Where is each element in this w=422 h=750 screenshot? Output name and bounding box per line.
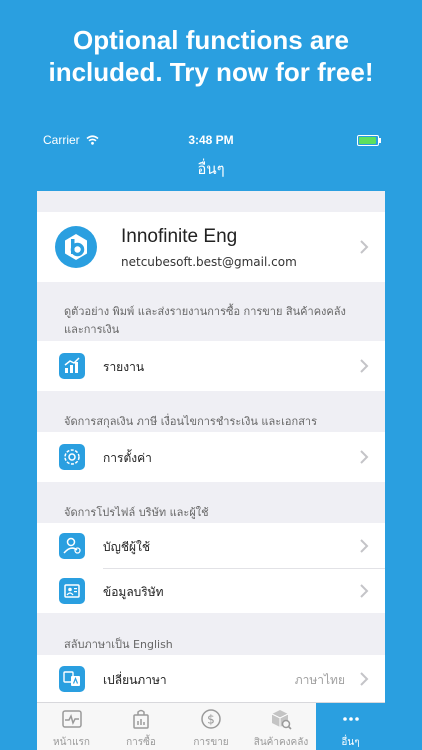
tab-inventory[interactable]: สินค้าคงคลัง [246, 703, 316, 750]
row-title-language: เปลี่ยนภาษา [103, 673, 167, 687]
battery-icon [357, 135, 381, 146]
chevron-right-icon [360, 240, 369, 254]
row-settings[interactable]: การตั้งค่า [37, 432, 385, 482]
section-label-profiles: จัดการโปรไฟล์ บริษัท และผู้ใช้ [64, 506, 209, 519]
section-label-language: สลับภาษาเป็น English [64, 638, 173, 651]
row-title-reports: รายงาน [103, 360, 145, 374]
tab-label-home: หน้าแรก [53, 737, 90, 748]
section-label-reports: ดูตัวอย่าง พิมพ์ และส่งรายงานการซื้อ การ… [64, 305, 346, 336]
profile-name: Innofinite Eng [121, 226, 238, 247]
row-user-account[interactable]: บัญชีผู้ใช้ [37, 523, 385, 568]
status-bar: Carrier 3:48 PM [37, 131, 385, 149]
nav-bar: อื่นๆ [37, 149, 385, 191]
row-language[interactable]: เปลี่ยนภาษา ภาษาไทย [37, 655, 385, 702]
row-reports[interactable]: รายงาน [37, 341, 385, 391]
chevron-right-icon [360, 450, 369, 464]
tab-label-sales: การขาย [193, 737, 229, 748]
gear-icon [59, 444, 85, 470]
profile-card[interactable]: Innofinite Eng netcubesoft.best@gmail.co… [37, 212, 385, 282]
profiles-group: บัญชีผู้ใช้ ข้อมูลบริษัท [37, 523, 385, 613]
svg-text:$: $ [207, 713, 215, 727]
b-logo-icon [55, 226, 97, 268]
inventory-box-icon [271, 710, 292, 730]
tab-more[interactable]: อื่นๆ [316, 703, 385, 750]
user-account-icon [59, 533, 85, 559]
tab-label-purchase: การซื้อ [126, 737, 156, 748]
tab-purchase[interactable]: การซื้อ [106, 703, 176, 750]
tab-bar: หน้าแรก การซื้อ $ การขาย สินค้าคงคลัง อื… [37, 702, 385, 750]
row-title-settings: การตั้งค่า [103, 451, 152, 465]
more-dots-icon [342, 717, 359, 721]
chart-icon [59, 353, 85, 379]
chevron-right-icon [360, 359, 369, 373]
promo-line-1: Optional functions are [73, 25, 349, 55]
section-label-settings: จัดการสกุลเงิน ภาษี เงื่อนไขการชำระเงิน … [64, 415, 317, 428]
row-value-language: ภาษาไทย [294, 673, 345, 687]
language-icon [59, 666, 85, 692]
tab-sales[interactable]: $ การขาย [176, 703, 246, 750]
app-store-screenshot: Optional functions are included. Try now… [0, 0, 422, 750]
row-title-company-info: ข้อมูลบริษัท [103, 585, 164, 599]
chevron-right-icon [360, 584, 369, 598]
tab-home[interactable]: หน้าแรก [37, 703, 106, 750]
promo-headline: Optional functions are included. Try now… [0, 24, 422, 88]
row-title-user-account: บัญชีผู้ใช้ [103, 540, 151, 554]
tab-label-more: อื่นๆ [341, 737, 360, 748]
chevron-right-icon [360, 672, 369, 686]
phone-screen: Carrier 3:48 PM อื่นๆ Innofinite Eng net… [37, 131, 385, 750]
chevron-right-icon [360, 539, 369, 553]
status-time: 3:48 PM [188, 133, 234, 147]
company-info-icon [59, 578, 85, 604]
promo-line-2: included. Try now for free! [48, 57, 374, 87]
tab-label-inventory: สินค้าคงคลัง [253, 737, 309, 748]
dollar-icon: $ [201, 709, 221, 729]
shopping-bag-icon [133, 709, 149, 729]
nav-title: อื่นๆ [197, 160, 225, 178]
row-company-info[interactable]: ข้อมูลบริษัท [37, 569, 385, 613]
profile-email: netcubesoft.best@gmail.com [121, 255, 297, 269]
dashboard-icon [61, 710, 82, 728]
